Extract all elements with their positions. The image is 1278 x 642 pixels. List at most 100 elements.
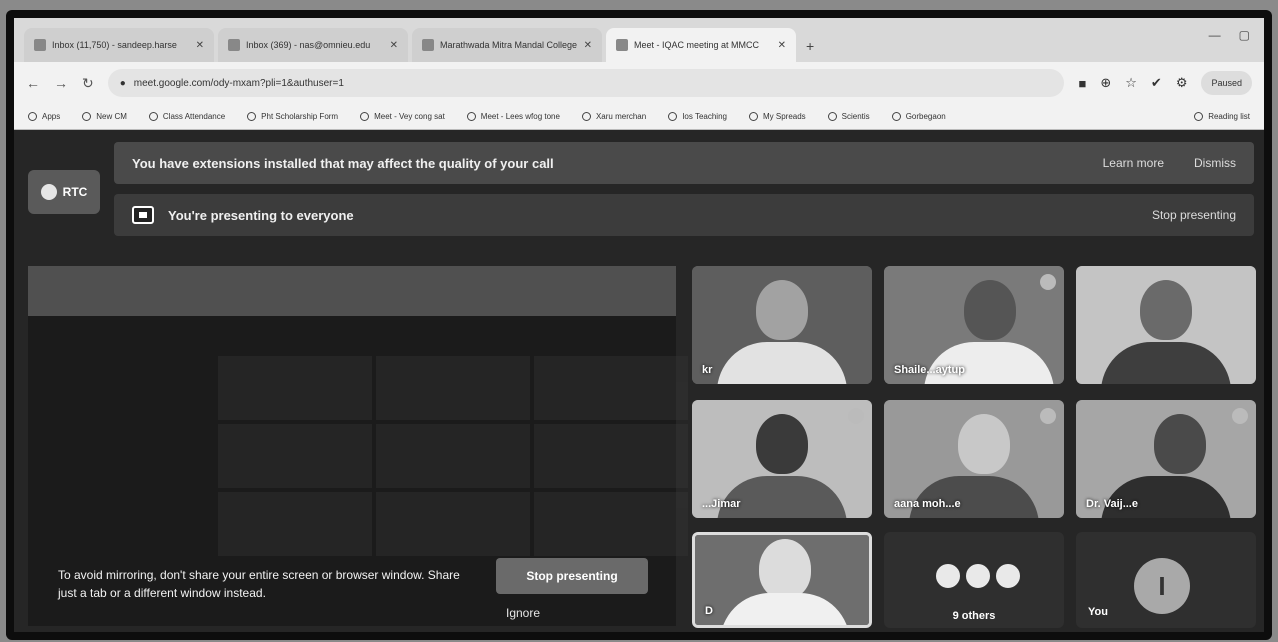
bookmark-icon (827, 112, 837, 121)
participant-video (958, 414, 1010, 474)
participant-tile[interactable]: ...Jimar (692, 400, 872, 518)
others-count: 9 others (952, 610, 996, 622)
stop-presenting-link[interactable]: Stop presenting (1152, 208, 1236, 222)
participant-video (1140, 280, 1192, 340)
participant-tile-active[interactable]: D (692, 532, 872, 628)
browser-tab[interactable]: Marathwada Mitra Mandal College ✕ (412, 28, 602, 62)
mic-muted-icon (1232, 408, 1248, 424)
bookmark-item[interactable]: Ios Teaching (668, 112, 727, 121)
extension-icon[interactable]: ✔ (1151, 75, 1162, 91)
maximize-icon[interactable]: ▢ (1239, 28, 1250, 42)
bookmark-icon (247, 112, 257, 121)
participant-name: Dr. Vaij...e (1086, 498, 1138, 510)
puzzle-icon[interactable]: ⚙ (1176, 75, 1188, 91)
self-tile[interactable]: I You (1076, 532, 1256, 628)
reading-list-icon (1194, 112, 1204, 121)
learn-more-link[interactable]: Learn more (1103, 156, 1164, 170)
bookmark-item[interactable]: Meet - Vey cong sat (360, 112, 445, 121)
presentation-preview: To avoid mirroring, don't share your ent… (28, 266, 688, 626)
bookmark-icon (148, 112, 158, 121)
participant-tile[interactable]: Dr. Vaij...e (1076, 400, 1256, 518)
avatar (994, 562, 1022, 590)
bookmark-item[interactable]: Xaru merchan (581, 112, 646, 121)
extensions-warning-banner: You have extensions installed that may a… (114, 142, 1254, 184)
gmail-icon (228, 39, 240, 51)
participant-video (756, 280, 808, 340)
participant-video (964, 280, 1016, 340)
participant-name: Shaile...aytup (894, 364, 965, 376)
minimize-icon[interactable]: — (1209, 28, 1221, 42)
bookmark-item[interactable]: New CM (82, 112, 127, 121)
browser-tab[interactable]: Inbox (11,750) - sandeep.harse ✕ (24, 28, 214, 62)
browser-tab[interactable]: Inbox (369) - nas@omnieu.edu ✕ (218, 28, 408, 62)
bookmark-icon (466, 112, 476, 121)
mic-icon (1040, 274, 1056, 290)
screen: Inbox (11,750) - sandeep.harse ✕ Inbox (3… (14, 18, 1264, 632)
mirroring-hint: To avoid mirroring, don't share your ent… (58, 568, 460, 600)
bookmark-item[interactable]: Scientis (827, 112, 870, 121)
bookmark-icon (891, 112, 901, 121)
others-tile[interactable]: 9 others (884, 532, 1064, 628)
profile-button[interactable]: Paused (1201, 71, 1252, 95)
gmail-icon (34, 39, 46, 51)
presenting-banner: You're presenting to everyone Stop prese… (114, 194, 1254, 236)
bookmarks-bar: Apps New CM Class Attendance Pht Scholar… (14, 104, 1264, 130)
meet-call-area: RTC You have extensions installed that m… (14, 130, 1264, 632)
participant-tile[interactable]: aana moh...e (884, 400, 1064, 518)
camera-icon[interactable]: ■ (1078, 76, 1086, 91)
bookmark-item[interactable]: Gorbegaon (891, 112, 946, 121)
avatar (964, 562, 992, 590)
avatar (934, 562, 962, 590)
participant-name: aana moh...e (894, 498, 961, 510)
page-icon (422, 39, 434, 51)
apps-icon (28, 112, 37, 121)
participant-tile[interactable]: kr (692, 266, 872, 384)
mic-icon (848, 408, 864, 424)
participant-name: kr (702, 364, 713, 376)
close-icon[interactable]: ✕ (778, 40, 786, 51)
participant-name: D (705, 605, 713, 617)
ignore-button[interactable]: Ignore (506, 606, 540, 620)
browser-tab-active[interactable]: Meet - IQAC meeting at MMCC ✕ (606, 28, 796, 62)
star-icon[interactable]: ☆ (1125, 75, 1137, 91)
bookmark-icon (668, 112, 678, 121)
bookmark-icon (748, 112, 758, 121)
forward-icon[interactable]: → (54, 75, 68, 91)
bookmark-icon (581, 112, 591, 121)
participant-video (756, 414, 808, 474)
dismiss-button[interactable]: Dismiss (1194, 156, 1236, 170)
close-icon[interactable]: ✕ (584, 40, 592, 51)
window-controls: — ▢ (1209, 28, 1250, 42)
bookmark-item[interactable]: Meet - Lees wfog tone (466, 112, 560, 121)
close-icon[interactable]: ✕ (390, 40, 398, 51)
close-icon[interactable]: ✕ (196, 40, 204, 51)
self-name: You (1088, 606, 1108, 618)
address-bar: ← → ↻ ● meet.google.com/ody-mxam?pli=1&a… (14, 62, 1264, 104)
reading-list[interactable]: Reading list (1194, 112, 1250, 121)
zoom-icon[interactable]: ⊕ (1100, 75, 1111, 91)
bookmark-item[interactable]: My Spreads (748, 112, 806, 121)
bookmark-icon (82, 112, 92, 121)
bookmark-item[interactable]: Class Attendance (148, 112, 225, 121)
bookmark-item[interactable]: Pht Scholarship Form (247, 112, 338, 121)
participant-video (759, 539, 811, 599)
mirrored-grid (218, 356, 688, 556)
reload-icon[interactable]: ↻ (82, 75, 94, 92)
participant-tile[interactable] (1076, 266, 1256, 384)
monitor-frame: Inbox (11,750) - sandeep.harse ✕ Inbox (3… (6, 10, 1272, 640)
participant-name: ...Jimar (702, 498, 741, 510)
tab-bar: Inbox (11,750) - sandeep.harse ✕ Inbox (3… (14, 18, 1264, 62)
back-icon[interactable]: ← (26, 75, 40, 91)
stop-presenting-button[interactable]: Stop presenting (496, 558, 648, 594)
participant-tile[interactable]: Shaile...aytup (884, 266, 1064, 384)
rtc-badge[interactable]: RTC (28, 170, 100, 214)
meet-icon (616, 39, 628, 51)
lock-icon: ● (119, 77, 126, 89)
participant-video (1154, 414, 1206, 474)
presentation-header-strip (28, 266, 676, 316)
bookmark-item[interactable]: Apps (28, 112, 60, 121)
others-avatars (934, 562, 1022, 590)
present-screen-icon (132, 206, 154, 224)
url-field[interactable]: ● meet.google.com/ody-mxam?pli=1&authuse… (107, 69, 1065, 97)
new-tab-button[interactable]: + (806, 38, 814, 54)
